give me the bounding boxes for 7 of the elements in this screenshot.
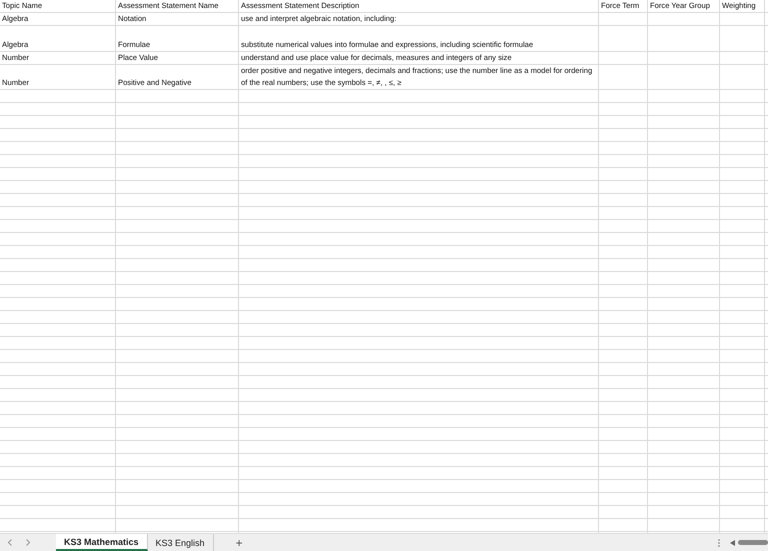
sheet-tab[interactable]: KS3 Mathematics	[56, 534, 148, 551]
next-sheet-icon[interactable]	[26, 539, 30, 546]
previous-sheet-icon[interactable]	[8, 539, 12, 546]
sheet-tab[interactable]: KS3 English	[148, 534, 214, 551]
add-sheet-button[interactable]: +	[232, 536, 247, 548]
scroll-left-icon[interactable]	[730, 540, 735, 546]
scrollbar-thumb[interactable]	[738, 540, 768, 545]
